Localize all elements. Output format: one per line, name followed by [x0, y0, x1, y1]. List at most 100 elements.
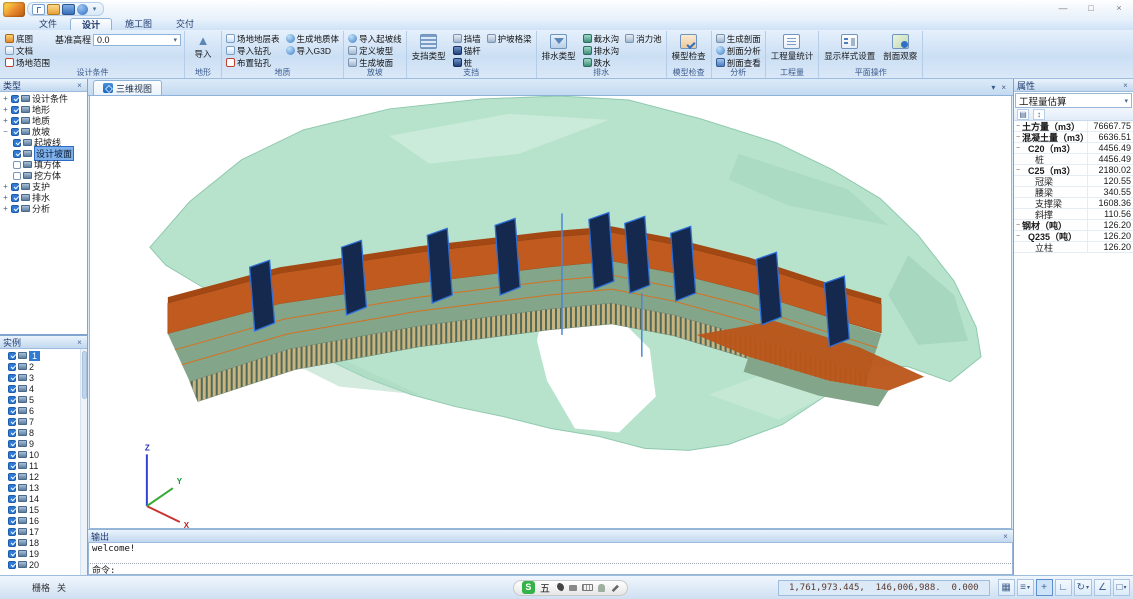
checkbox-checked[interactable] [11, 205, 19, 213]
checkbox-checked[interactable] [8, 462, 16, 470]
instance-item[interactable]: 19 [0, 548, 87, 559]
tab-3d-view[interactable]: 三维视图 [93, 80, 162, 95]
ime-brand-icon[interactable]: S [522, 581, 535, 594]
close-button[interactable]: × [1105, 1, 1133, 17]
instance-item[interactable]: 11 [0, 460, 87, 471]
checkbox-checked[interactable] [11, 128, 19, 136]
checkbox-checked[interactable] [8, 451, 16, 459]
checkbox-checked[interactable] [8, 550, 16, 558]
retaining-wall-button[interactable]: 挡墙 [452, 33, 482, 44]
instance-item[interactable]: 7 [0, 416, 87, 427]
tab-design[interactable]: 设计 [70, 18, 112, 30]
save-file-icon[interactable] [62, 4, 75, 15]
checkbox-unchecked[interactable] [13, 161, 21, 169]
datum-elevation-combo[interactable]: 0.0▾ [93, 34, 181, 46]
import-g3d-button[interactable]: 导入G3D [285, 45, 341, 56]
checkbox-checked[interactable] [13, 150, 21, 158]
instance-item[interactable]: 13 [0, 482, 87, 493]
define-slope-type-button[interactable]: 定义坡型 [347, 45, 403, 56]
model-check-button[interactable]: 模型检查 [670, 33, 708, 62]
generate-slope-surface-button[interactable]: 生成坡面 [347, 57, 403, 68]
sort-order-button[interactable]: ↕ [1033, 109, 1045, 120]
document-button[interactable]: 文档 [4, 45, 51, 56]
generate-geobody-button[interactable]: 生成地质体 [285, 33, 341, 44]
checkbox-checked[interactable] [13, 139, 21, 147]
new-file-icon[interactable] [32, 4, 45, 15]
display-style-button[interactable]: 显示样式设置 [822, 33, 877, 62]
section-analysis-button[interactable]: 剖面分析 [715, 45, 762, 56]
checkbox-checked[interactable] [8, 561, 16, 569]
instance-item[interactable]: 12 [0, 471, 87, 482]
drop-water-button[interactable]: 跌水 [582, 57, 621, 68]
layout-borehole-button[interactable]: 布置钻孔 [225, 57, 281, 68]
checkbox-checked[interactable] [8, 539, 16, 547]
checkbox-checked[interactable] [8, 495, 16, 503]
intercepting-ditch-button[interactable]: 截水沟 [582, 33, 621, 44]
site-extent-button[interactable]: 场地范围 [4, 57, 51, 68]
tab-construction-drawing[interactable]: 施工图 [114, 18, 163, 30]
checkbox-checked[interactable] [8, 473, 16, 481]
properties-panel-close-icon[interactable]: × [1121, 81, 1130, 90]
checkbox-checked[interactable] [8, 385, 16, 393]
viewport-3d[interactable]: Z X Y [89, 96, 1012, 529]
grid-toggle-label[interactable]: 栅格 [32, 581, 50, 594]
rotate-snap-button[interactable]: ↻▾ [1074, 579, 1092, 596]
instance-item[interactable]: 17 [0, 526, 87, 537]
tab-file[interactable]: 文件 [28, 18, 68, 30]
instance-scrollbar[interactable] [80, 349, 87, 575]
tracking-button[interactable]: + [1036, 579, 1053, 596]
base-map-button[interactable]: 底图 [4, 33, 51, 44]
checkbox-checked[interactable] [8, 484, 16, 492]
instance-item[interactable]: 5 [0, 394, 87, 405]
table-row[interactable]: 立柱126.20 [1014, 242, 1133, 253]
anchor-rod-button[interactable]: 锚杆 [452, 45, 482, 56]
checkbox-checked[interactable] [8, 429, 16, 437]
instance-item[interactable]: 15 [0, 504, 87, 515]
output-panel-close-icon[interactable]: × [1001, 532, 1010, 541]
ime-mode-icon[interactable]: 五 [540, 580, 550, 595]
open-file-icon[interactable] [47, 4, 60, 15]
instance-item[interactable]: 4 [0, 383, 87, 394]
instance-item[interactable]: 14 [0, 493, 87, 504]
minimize-button[interactable]: — [1049, 1, 1077, 17]
support-type-button[interactable]: 支挡类型 [410, 33, 448, 62]
type-panel-close-icon[interactable]: × [75, 81, 84, 90]
layer-display-button[interactable]: ≡▾ [1017, 579, 1034, 596]
checkbox-checked[interactable] [11, 106, 19, 114]
section-observe-button[interactable]: 剖面观察 [881, 33, 919, 62]
checkbox-checked[interactable] [8, 517, 16, 525]
checkbox-checked[interactable] [8, 418, 16, 426]
instance-item[interactable]: 9 [0, 438, 87, 449]
strata-table-button[interactable]: 场地地层表 [225, 33, 281, 44]
instance-item[interactable]: 16 [0, 515, 87, 526]
instance-item[interactable]: 1 [0, 350, 87, 361]
ime-skin-icon[interactable] [598, 584, 605, 592]
checkbox-checked[interactable] [8, 374, 16, 382]
checkbox-checked[interactable] [8, 396, 16, 404]
generate-section-button[interactable]: 生成剖面 [715, 33, 762, 44]
checkbox-checked[interactable] [8, 506, 16, 514]
drainage-type-button[interactable]: 排水类型 [540, 33, 578, 62]
ortho-button[interactable]: ∟ [1055, 579, 1072, 596]
checkbox-checked[interactable] [8, 440, 16, 448]
view-close-icon[interactable]: × [1001, 83, 1006, 92]
instance-panel-close-icon[interactable]: × [75, 338, 84, 347]
quantity-statistics-button[interactable]: 工程量统计 [769, 33, 816, 62]
pile-button[interactable]: 桩 [452, 57, 482, 68]
tab-delivery[interactable]: 交付 [165, 18, 205, 30]
checkbox-checked[interactable] [11, 194, 19, 202]
angle-snap-button[interactable]: ∠ [1094, 579, 1111, 596]
section-view-button[interactable]: 剖面查看 [715, 57, 762, 68]
sort-category-button[interactable]: ▤ [1017, 109, 1029, 120]
view-list-dropdown-icon[interactable]: ▾ [991, 83, 995, 92]
qat-more-icon[interactable]: ▾ [90, 4, 99, 15]
checkbox-checked[interactable] [11, 183, 19, 191]
checkbox-unchecked[interactable] [13, 172, 21, 180]
tree-item-analysis[interactable]: +分析 [0, 203, 87, 214]
instance-item[interactable]: 8 [0, 427, 87, 438]
import-borehole-button[interactable]: 导入钻孔 [225, 45, 281, 56]
drainage-ditch-button[interactable]: 排水沟 [582, 45, 621, 56]
checkbox-checked[interactable] [11, 95, 19, 103]
checkbox-checked[interactable] [8, 528, 16, 536]
instance-item[interactable]: 3 [0, 372, 87, 383]
